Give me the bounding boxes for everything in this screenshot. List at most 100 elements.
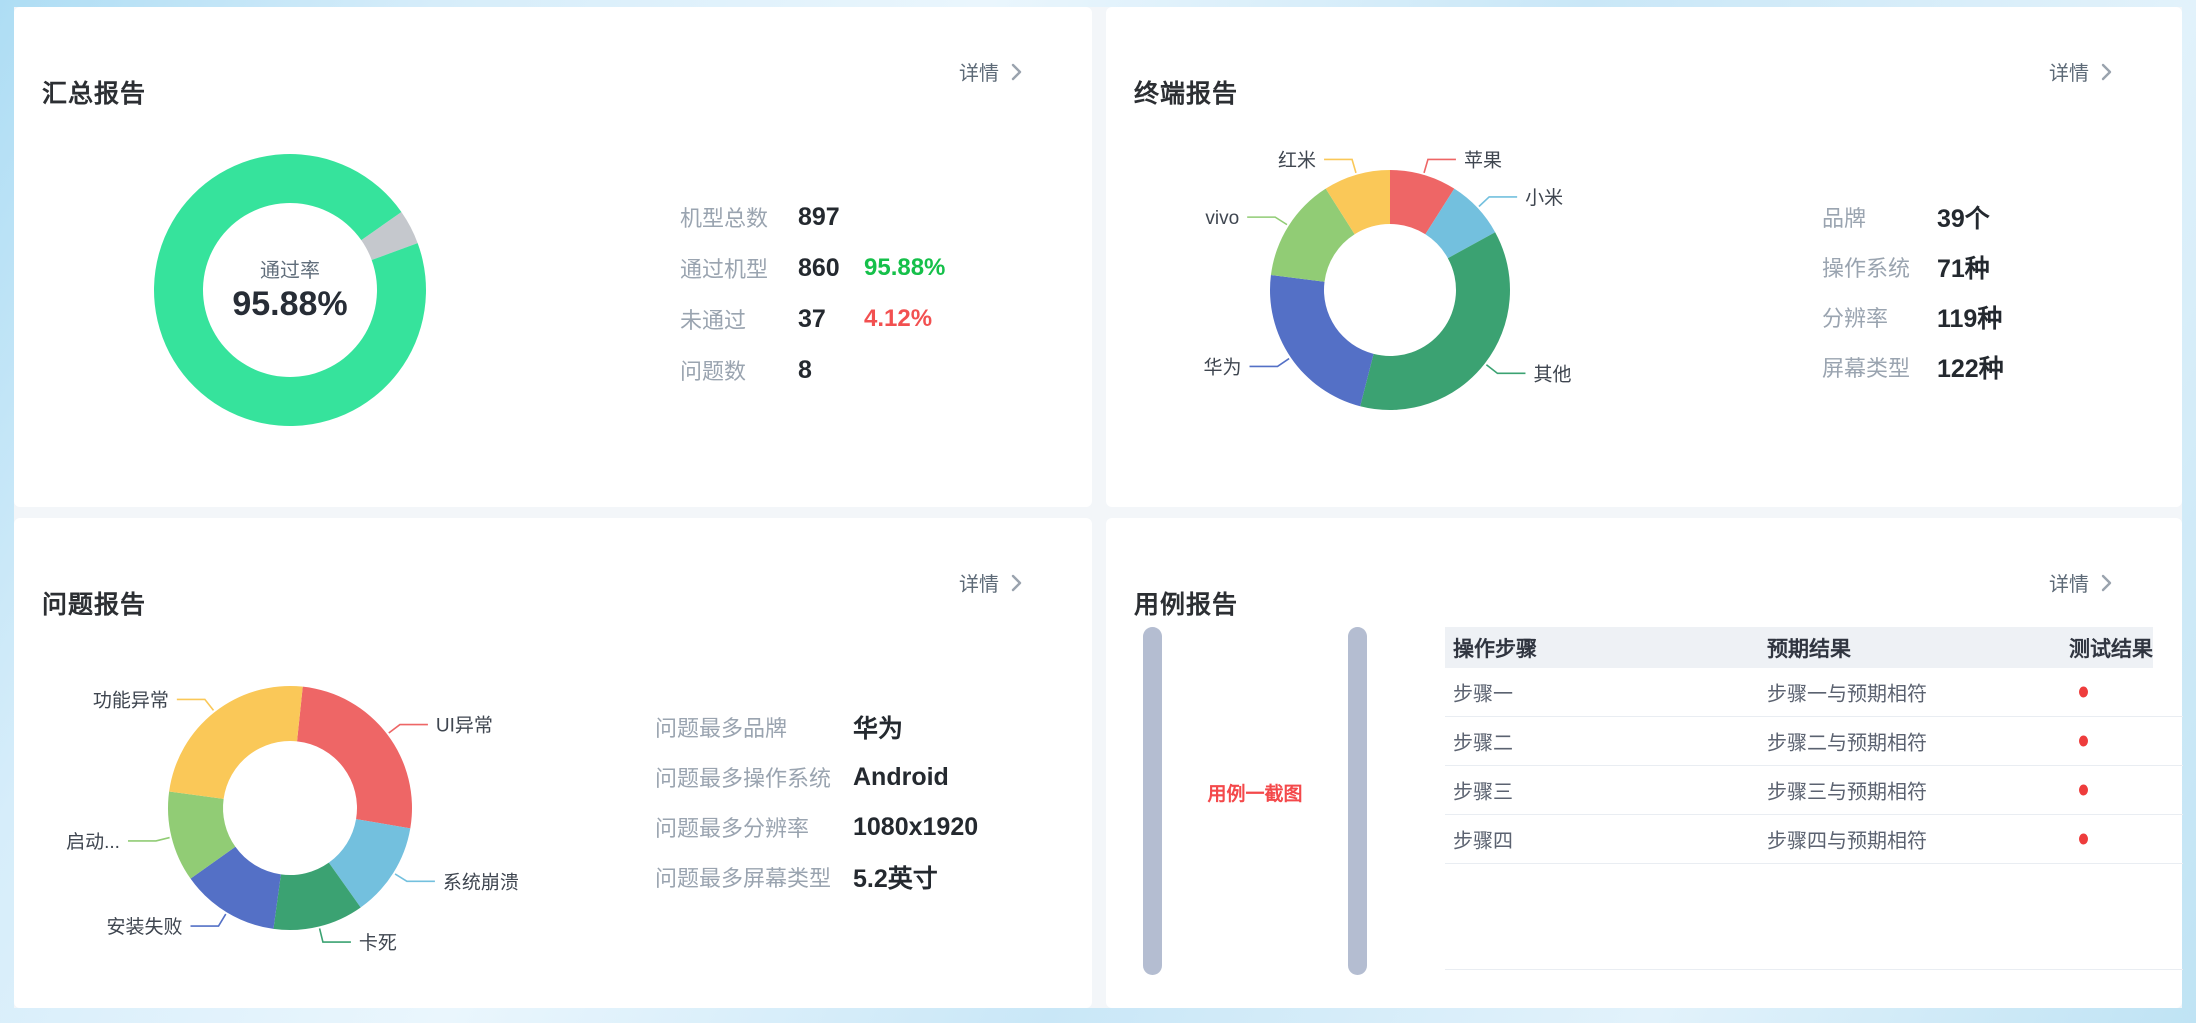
stat-label: 屏幕类型	[1822, 351, 1937, 383]
slice-label-启动...: 启动...	[66, 831, 120, 853]
donut-segment-UI异常	[297, 687, 412, 829]
stat-label: 问题最多品牌	[655, 711, 853, 743]
label-leader-line-UI异常	[389, 725, 428, 733]
stat-value: Android	[853, 763, 949, 792]
expected-result-cell: 步骤二与预期相符	[1767, 727, 1927, 756]
stat-row: 品牌39个	[1822, 199, 1990, 235]
table-body: 步骤一 步骤一与预期相符步骤二 步骤二与预期相符步骤三 步骤三与预期相符步骤四 步骤四与…	[1445, 668, 2183, 864]
detail-label: 详情	[2049, 568, 2089, 597]
expected-result-cell: 步骤一与预期相符	[1767, 678, 1927, 707]
stat-value: 39个	[1937, 199, 1990, 235]
stat-row: 通过机型86095.88%	[680, 252, 945, 284]
slice-label-功能异常: 功能异常	[93, 689, 169, 711]
stat-label: 未通过	[680, 303, 798, 335]
table-bottom-border	[1445, 969, 2183, 970]
stat-label: 通过机型	[680, 252, 798, 284]
stat-row: 分辨率119种	[1822, 299, 2002, 335]
screenshot-frame-left-bar	[1143, 627, 1162, 975]
label-leader-line-系统崩溃	[395, 874, 435, 881]
stat-row: 问题最多品牌华为	[655, 709, 903, 745]
label-leader-line-功能异常	[177, 699, 214, 710]
stat-row: 问题最多屏幕类型5.2英寸	[655, 859, 938, 895]
donut-segment-华为	[1270, 275, 1374, 406]
stat-value: 122种	[1937, 349, 2004, 385]
summary-report-panel: 汇总报告 详情 通过率95.88% 机型总数897通过机型86095.88%未通…	[14, 7, 1092, 507]
stat-value: 1080x1920	[853, 813, 978, 842]
stat-row: 屏幕类型122种	[1822, 349, 2004, 385]
label-leader-line-小米	[1479, 197, 1517, 207]
case-report-panel: 用例报告 详情 用例一截图 操作步骤 预期结果 测试结果 步骤一 步骤一与预期相符…	[1106, 518, 2182, 1008]
case-screenshot-label: 用例一截图	[1162, 779, 1348, 806]
test-result-dot	[2079, 785, 2088, 796]
slice-label-华为: 华为	[1204, 356, 1242, 378]
stat-label: 问题最多操作系统	[655, 761, 853, 793]
stat-value: 37	[798, 305, 864, 334]
panel-title-case: 用例报告	[1134, 585, 1238, 621]
stat-percentage: 95.88%	[864, 254, 945, 282]
label-leader-line-卡死	[320, 928, 351, 942]
terminal-report-panel: 终端报告 详情 苹果小米其他华为vivo红米 品牌39个操作系统71种分辨率11…	[1106, 7, 2182, 507]
slice-label-安装失败: 安装失败	[106, 916, 182, 938]
label-leader-line-其他	[1486, 365, 1525, 374]
stat-label: 品牌	[1822, 201, 1937, 233]
stat-label: 分辨率	[1822, 301, 1937, 333]
issue-report-panel: 问题报告 详情 UI异常系统崩溃卡死安装失败启动...功能异常 问题最多品牌华为…	[14, 518, 1092, 1008]
stat-value: 897	[798, 203, 864, 232]
donut-center-label: 通过率	[260, 259, 320, 282]
stat-value: 华为	[853, 709, 903, 745]
slice-label-系统崩溃: 系统崩溃	[443, 871, 519, 893]
stat-label: 操作系统	[1822, 251, 1937, 283]
table-row: 步骤一 步骤一与预期相符	[1445, 668, 2183, 717]
column-header-step: 操作步骤	[1453, 633, 1537, 663]
test-result-dot	[2079, 736, 2088, 747]
slice-label-小米: 小米	[1525, 187, 1563, 209]
step-cell: 步骤四	[1453, 825, 1513, 854]
column-header-result: 测试结果	[2069, 633, 2153, 663]
expected-result-cell: 步骤四与预期相符	[1767, 825, 1927, 854]
table-header-row: 操作步骤 预期结果 测试结果	[1445, 627, 2183, 668]
step-cell: 步骤三	[1453, 776, 1513, 805]
slice-label-红米: 红米	[1278, 149, 1316, 171]
stat-value: 8	[798, 356, 864, 385]
expected-result-cell: 步骤三与预期相符	[1767, 776, 1927, 805]
donut-center-value: 95.88%	[232, 285, 347, 323]
dashboard-board: 汇总报告 详情 通过率95.88% 机型总数897通过机型86095.88%未通…	[14, 7, 2182, 1008]
stat-row: 问题最多操作系统Android	[655, 761, 949, 793]
column-header-expected: 预期结果	[1767, 633, 1851, 663]
label-leader-line-启动...	[128, 838, 170, 841]
stat-value: 119种	[1937, 299, 2002, 335]
case-steps-table: 操作步骤 预期结果 测试结果 步骤一步骤一与预期相符步骤二步骤二与预期相符步骤三…	[1445, 627, 2183, 864]
slice-label-UI异常: UI异常	[436, 715, 493, 737]
slice-label-卡死: 卡死	[359, 932, 397, 954]
stat-label: 问题最多分辨率	[655, 811, 853, 843]
chevron-right-icon	[2101, 574, 2112, 592]
stat-label: 问题最多屏幕类型	[655, 861, 853, 893]
stat-row: 操作系统71种	[1822, 249, 1990, 285]
label-leader-line-红米	[1324, 159, 1356, 172]
screenshot-frame-right-bar	[1348, 627, 1367, 975]
stat-label: 问题数	[680, 354, 798, 386]
slice-label-苹果: 苹果	[1464, 149, 1502, 171]
terminal-brand-donut-chart: 苹果小米其他华为vivo红米	[1106, 7, 2182, 507]
donut-segment-功能异常	[169, 686, 303, 799]
detail-link-case[interactable]: 详情	[2049, 568, 2112, 597]
label-leader-line-vivo	[1247, 217, 1287, 225]
step-cell: 步骤一	[1453, 678, 1513, 707]
stat-percentage: 4.12%	[864, 305, 932, 333]
stat-value: 860	[798, 254, 864, 283]
label-leader-line-苹果	[1424, 159, 1456, 172]
stat-label: 机型总数	[680, 201, 798, 233]
stat-row: 问题数8	[680, 354, 864, 386]
label-leader-line-安装失败	[191, 914, 226, 926]
stat-row: 问题最多分辨率1080x1920	[655, 811, 978, 843]
test-result-dot	[2079, 834, 2088, 845]
stat-row: 未通过374.12%	[680, 303, 932, 335]
step-cell: 步骤二	[1453, 727, 1513, 756]
table-row: 步骤四 步骤四与预期相符	[1445, 815, 2183, 864]
stat-row: 机型总数897	[680, 201, 864, 233]
slice-label-vivo: vivo	[1205, 208, 1239, 229]
table-row: 步骤二 步骤二与预期相符	[1445, 717, 2183, 766]
donut-segment-其他	[1360, 232, 1510, 410]
stat-value: 5.2英寸	[853, 859, 938, 895]
label-leader-line-华为	[1250, 359, 1290, 367]
